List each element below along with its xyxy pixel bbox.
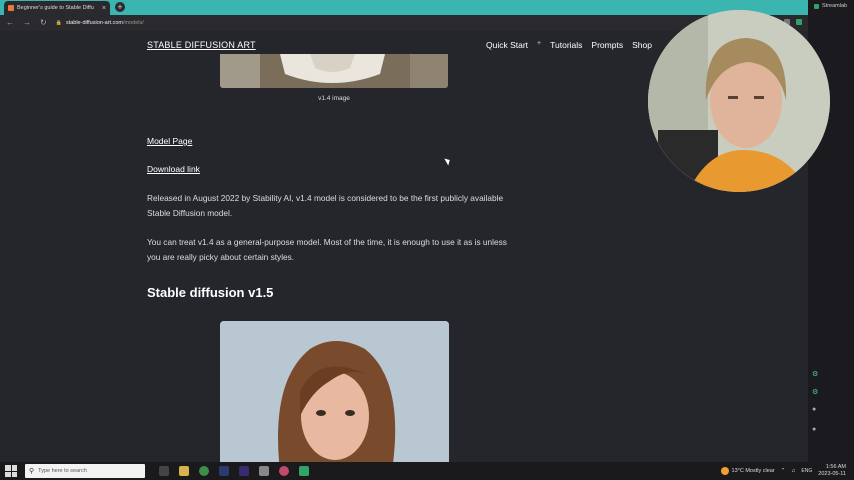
tools-icon[interactable]: ⚙ [812, 388, 818, 396]
premiere-icon[interactable] [239, 466, 249, 476]
back-arrow-icon[interactable]: ← [6, 19, 14, 27]
url-input[interactable]: 🔒 stable-diffusion-art.com/models/ [56, 20, 144, 26]
streamlabs-icon [814, 3, 819, 9]
nav-shop[interactable]: Shop [632, 40, 652, 50]
usage-paragraph: You can treat v1.4 as a general-purpose … [147, 237, 507, 262]
new-tab-button[interactable]: + [115, 2, 125, 12]
chrome-icon[interactable] [199, 466, 209, 476]
lock-icon: 🔒 [55, 20, 62, 26]
profile-icon[interactable] [796, 19, 802, 25]
side-app-title: Streamlab [814, 3, 847, 9]
task-view-icon[interactable] [159, 466, 169, 476]
url-domain: stable-diffusion-art.com [65, 20, 123, 26]
weather-widget[interactable]: 13°C Mostly clear [720, 467, 775, 475]
windows-taskbar: ⚲ Type here to search 13°C Mostly clear … [0, 462, 854, 480]
streamlabs-taskbar-icon[interactable] [299, 466, 309, 476]
model-page-link[interactable]: Model Page [147, 136, 192, 146]
clock[interactable]: 1:56 AM 2023-05-11 [818, 464, 846, 478]
forward-arrow-icon[interactable]: → [23, 19, 31, 27]
system-tray: 13°C Mostly clear ⌃ ♫ ENG 1:56 AM 2023-0… [720, 462, 846, 480]
browser-tab-bar: Beginner's guide to Stable Diffu × + [0, 0, 808, 15]
browser-tab[interactable]: Beginner's guide to Stable Diffu × [4, 1, 110, 15]
reload-icon[interactable]: ↻ [40, 19, 47, 27]
nav-tutorials[interactable]: Tutorials [550, 40, 582, 50]
obs-icon[interactable] [279, 466, 289, 476]
settings-icon[interactable]: ⚙ [812, 370, 818, 378]
photoshop-icon[interactable] [219, 466, 229, 476]
taskbar-search-input[interactable]: ⚲ Type here to search [25, 464, 145, 478]
v14-sample-image [220, 54, 448, 88]
nav-prompts[interactable]: Prompts [591, 40, 623, 50]
side-app-label: Streamlab [822, 3, 848, 9]
file-explorer-icon[interactable] [179, 466, 189, 476]
tray-chevron-icon[interactable]: ⌃ [781, 468, 786, 474]
v15-sample-image [220, 321, 449, 462]
pinned-apps [159, 466, 309, 476]
volume-icon[interactable]: ♫ [791, 468, 795, 474]
download-link[interactable]: Download link [147, 164, 200, 174]
webcam-overlay [648, 10, 830, 192]
weather-icon [720, 467, 729, 475]
clock-date: 2023-05-11 [818, 471, 846, 477]
language-indicator[interactable]: ENG [801, 468, 812, 474]
search-icon: ⚲ [29, 468, 35, 475]
clock-time: 1:56 AM [825, 464, 846, 470]
tab-title: Beginner's guide to Stable Diffu [17, 5, 94, 11]
user-icon[interactable]: ● [812, 426, 816, 433]
app-icon[interactable] [259, 466, 269, 476]
release-paragraph: Released in August 2022 by Stability AI,… [147, 193, 504, 218]
search-placeholder: Type here to search [38, 468, 87, 474]
site-favicon-icon [8, 5, 14, 11]
site-nav: Quick Start + Tutorials Prompts Shop [486, 40, 652, 50]
section-heading: Stable diffusion v1.5 [147, 285, 274, 300]
weather-text: 13°C Mostly clear [731, 468, 775, 474]
mouse-cursor-icon [444, 156, 452, 166]
url-path: /models/ [123, 20, 144, 26]
nav-expand-icon[interactable]: + [537, 40, 541, 50]
nav-quick-start[interactable]: Quick Start [486, 40, 528, 50]
site-title-link[interactable]: STABLE DIFFUSION ART [147, 40, 256, 50]
windows-start-icon[interactable] [5, 465, 17, 477]
tab-close-icon[interactable]: × [102, 5, 106, 12]
image-caption: v1.4 image [318, 95, 350, 102]
help-icon[interactable]: ● [812, 406, 816, 413]
